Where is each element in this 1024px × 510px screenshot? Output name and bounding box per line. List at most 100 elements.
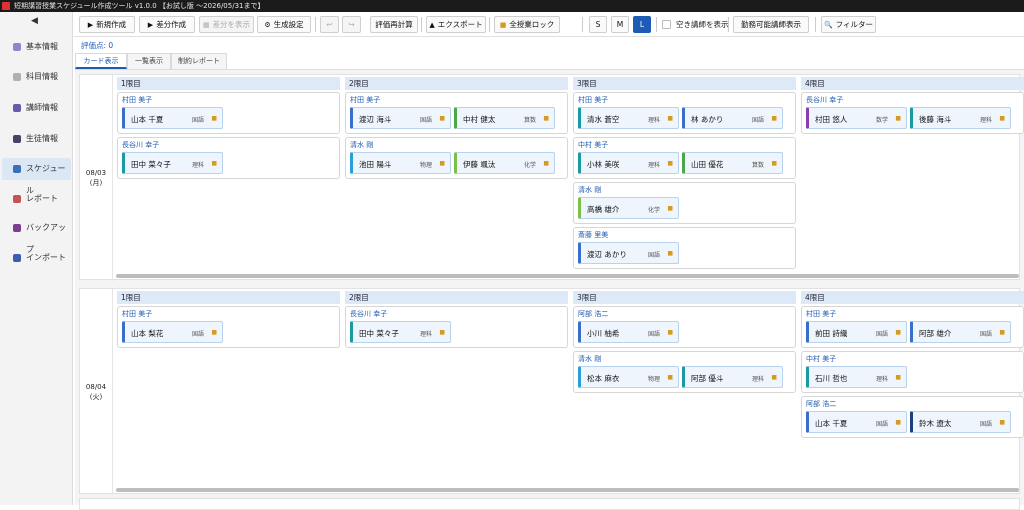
teacher-group[interactable]: 長谷川 幸子 田中 菜々子 理科 ■ (117, 137, 340, 179)
size-l-button[interactable]: L (633, 16, 651, 33)
teacher-group[interactable]: 阿部 浩二 山本 千夏 国語 ■ 鈴木 遼太 国語 ■ (801, 396, 1024, 438)
student-card[interactable]: 中村 健太 算数 ■ (454, 107, 555, 129)
lock-icon[interactable]: ■ (667, 205, 673, 212)
student-card[interactable]: 阿部 雄介 国語 ■ (910, 321, 1011, 343)
size-m-button[interactable]: M (611, 16, 629, 33)
lock-icon[interactable]: ■ (667, 374, 673, 381)
student-card[interactable]: 林 あかり 国語 ■ (682, 107, 783, 129)
tab-constraint-report[interactable]: 制約レポート (171, 53, 227, 69)
student-card[interactable]: 山田 優花 算数 ■ (682, 152, 783, 174)
lock-icon[interactable]: ■ (439, 115, 445, 122)
student-card[interactable]: 山本 千夏 国語 ■ (122, 107, 223, 129)
student-card[interactable]: 松本 麻衣 物理 ■ (578, 366, 679, 388)
new-button[interactable]: ▶ 新規作成 (79, 16, 135, 33)
tab-card-view[interactable]: カード表示 (75, 53, 127, 69)
sidebar-item-5[interactable]: レポート (2, 188, 71, 210)
student-card[interactable]: 渡辺 あかり 国語 ■ (578, 242, 679, 264)
lock-icon[interactable]: ■ (211, 160, 217, 167)
lock-icon[interactable]: ■ (895, 374, 901, 381)
student-card[interactable]: 鈴木 遼太 国語 ■ (910, 411, 1011, 433)
teacher-group[interactable]: 長谷川 幸子 田中 菜々子 理科 ■ (345, 306, 568, 348)
lock-icon[interactable]: ■ (771, 160, 777, 167)
lock-icon[interactable]: ■ (667, 115, 673, 122)
student-card[interactable]: 清水 蒼空 理科 ■ (578, 107, 679, 129)
student-card[interactable]: 田中 菜々子 理科 ■ (350, 321, 451, 343)
collapse-sidebar-icon[interactable]: ◀ (31, 16, 38, 26)
teacher-group[interactable]: 清水 剛松本 麻衣 物理 ■ 阿部 優斗 理科 ■ (573, 351, 796, 393)
lock-icon[interactable]: ■ (543, 115, 549, 122)
show-empty-teachers-checkbox[interactable] (662, 20, 671, 29)
teacher-group[interactable]: 斎藤 里美 渡辺 あかり 国語 ■ (573, 227, 796, 269)
size-s-button[interactable]: S (589, 16, 607, 33)
lock-icon[interactable]: ■ (999, 329, 1005, 336)
teacher-group[interactable]: 村田 美子 清水 蒼空 理科 ■ 林 あかり 国語 ■ (573, 92, 796, 134)
tab-list-view[interactable]: 一覧表示 (127, 53, 171, 69)
student-card[interactable]: 前田 詩織 国語 ■ (806, 321, 907, 343)
student-card[interactable]: 小林 美咲 理科 ■ (578, 152, 679, 174)
teacher-group[interactable]: 村田 美子 山本 梨花 国語 ■ (117, 306, 340, 348)
student-card[interactable]: 石川 哲也 理科 ■ (806, 366, 907, 388)
lock-icon[interactable]: ■ (439, 329, 445, 336)
sidebar-item-3[interactable]: 生徒情報 (2, 128, 71, 150)
teacher-group[interactable]: 清水 剛池田 陽斗 物理 ■ 伊藤 颯汰 化学 ■ (345, 137, 568, 179)
lock-icon[interactable]: ■ (667, 250, 673, 257)
lock-icon[interactable]: ■ (895, 115, 901, 122)
student-card[interactable]: 山本 梨花 国語 ■ (122, 321, 223, 343)
sidebar-item-label: 講師情報 (26, 103, 58, 112)
horizontal-scrollbar[interactable] (116, 274, 1019, 278)
sidebar-item-6[interactable]: バックアップ (2, 217, 71, 254)
teacher-group[interactable]: 阿部 浩二 小川 柚希 国語 ■ (573, 306, 796, 348)
teacher-group[interactable]: 中村 美子 小林 美咲 理科 ■ 山田 優花 算数 ■ (573, 137, 796, 179)
toolbar-divider (421, 17, 422, 32)
lock-icon[interactable]: ■ (999, 115, 1005, 122)
student-name: 山本 千夏 (815, 419, 848, 428)
lock-icon[interactable]: ■ (999, 419, 1005, 426)
subject-label: 国語 (647, 252, 660, 259)
lock-icon[interactable]: ■ (895, 419, 901, 426)
student-name: 阿部 雄介 (919, 329, 952, 338)
lock-icon[interactable]: ■ (439, 160, 445, 167)
student-card[interactable]: 高橋 雄介 化学 ■ (578, 197, 679, 219)
student-card[interactable]: 村田 悠人 数学 ■ (806, 107, 907, 129)
student-card[interactable]: 山本 千夏 国語 ■ (806, 411, 907, 433)
teacher-group[interactable]: 村田 美子 山本 千夏 国語 ■ (117, 92, 340, 134)
teacher-group[interactable]: 村田 美子 渡辺 海斗 国語 ■ 中村 健太 算数 ■ (345, 92, 568, 134)
teacher-group[interactable]: 長谷川 幸子 村田 悠人 数学 ■ 後藤 海斗 理科 ■ (801, 92, 1024, 134)
sidebar-item-0[interactable]: 基本情報 (2, 36, 71, 58)
student-card[interactable]: 渡辺 海斗 国語 ■ (350, 107, 451, 129)
recalculate-score-button[interactable]: 評価再計算 (370, 16, 418, 33)
horizontal-scrollbar[interactable] (116, 488, 1019, 492)
available-teachers-button[interactable]: 勤務可能講師表示 (733, 16, 809, 33)
student-card[interactable]: 後藤 海斗 理科 ■ (910, 107, 1011, 129)
sidebar-item-2[interactable]: 講師情報 (2, 97, 71, 119)
lock-icon[interactable]: ■ (211, 115, 217, 122)
sidebar-item-1[interactable]: 科目情報 (2, 66, 71, 88)
lock-icon[interactable]: ■ (543, 160, 549, 167)
show-diff-button[interactable]: ▦ 差分を表示 (199, 16, 254, 33)
sidebar-item-4[interactable]: スケジュール (2, 158, 71, 195)
lock-icon[interactable]: ■ (667, 160, 673, 167)
toolbar: ▶ 新規作成 ▶ 差分作成 ▦ 差分を表示 ⚙ 生成設定 ↩ ↪ 評価再計算 ▲ エクスポ… (74, 12, 1024, 37)
teacher-group[interactable]: 清水 剛高橋 雄介 化学 ■ (573, 182, 796, 224)
lock-icon[interactable]: ■ (895, 329, 901, 336)
lock-icon[interactable]: ■ (667, 329, 673, 336)
redo-button[interactable]: ↪ (342, 16, 361, 33)
lock-all-button[interactable]: ■ 全授業ロック (494, 16, 560, 33)
undo-button[interactable]: ↩ (320, 16, 339, 33)
export-button[interactable]: ▲ エクスポート (426, 16, 486, 33)
sidebar-item-7[interactable]: インポート (2, 247, 71, 269)
teacher-group[interactable]: 中村 美子 石川 哲也 理科 ■ (801, 351, 1024, 393)
lock-icon[interactable]: ■ (771, 115, 777, 122)
lock-icon[interactable]: ■ (771, 374, 777, 381)
filter-button[interactable]: 🔍 フィルター (821, 16, 876, 33)
subject-label: 理科 (875, 376, 888, 383)
diff-create-button[interactable]: ▶ 差分作成 (139, 16, 195, 33)
student-card[interactable]: 伊藤 颯汰 化学 ■ (454, 152, 555, 174)
student-card[interactable]: 田中 菜々子 理科 ■ (122, 152, 223, 174)
student-card[interactable]: 池田 陽斗 物理 ■ (350, 152, 451, 174)
student-card[interactable]: 小川 柚希 国語 ■ (578, 321, 679, 343)
lock-icon[interactable]: ■ (211, 329, 217, 336)
teacher-group[interactable]: 村田 美子 前田 詩織 国語 ■ 阿部 雄介 国語 ■ (801, 306, 1024, 348)
generation-settings-button[interactable]: ⚙ 生成設定 (257, 16, 311, 33)
student-card[interactable]: 阿部 優斗 理科 ■ (682, 366, 783, 388)
